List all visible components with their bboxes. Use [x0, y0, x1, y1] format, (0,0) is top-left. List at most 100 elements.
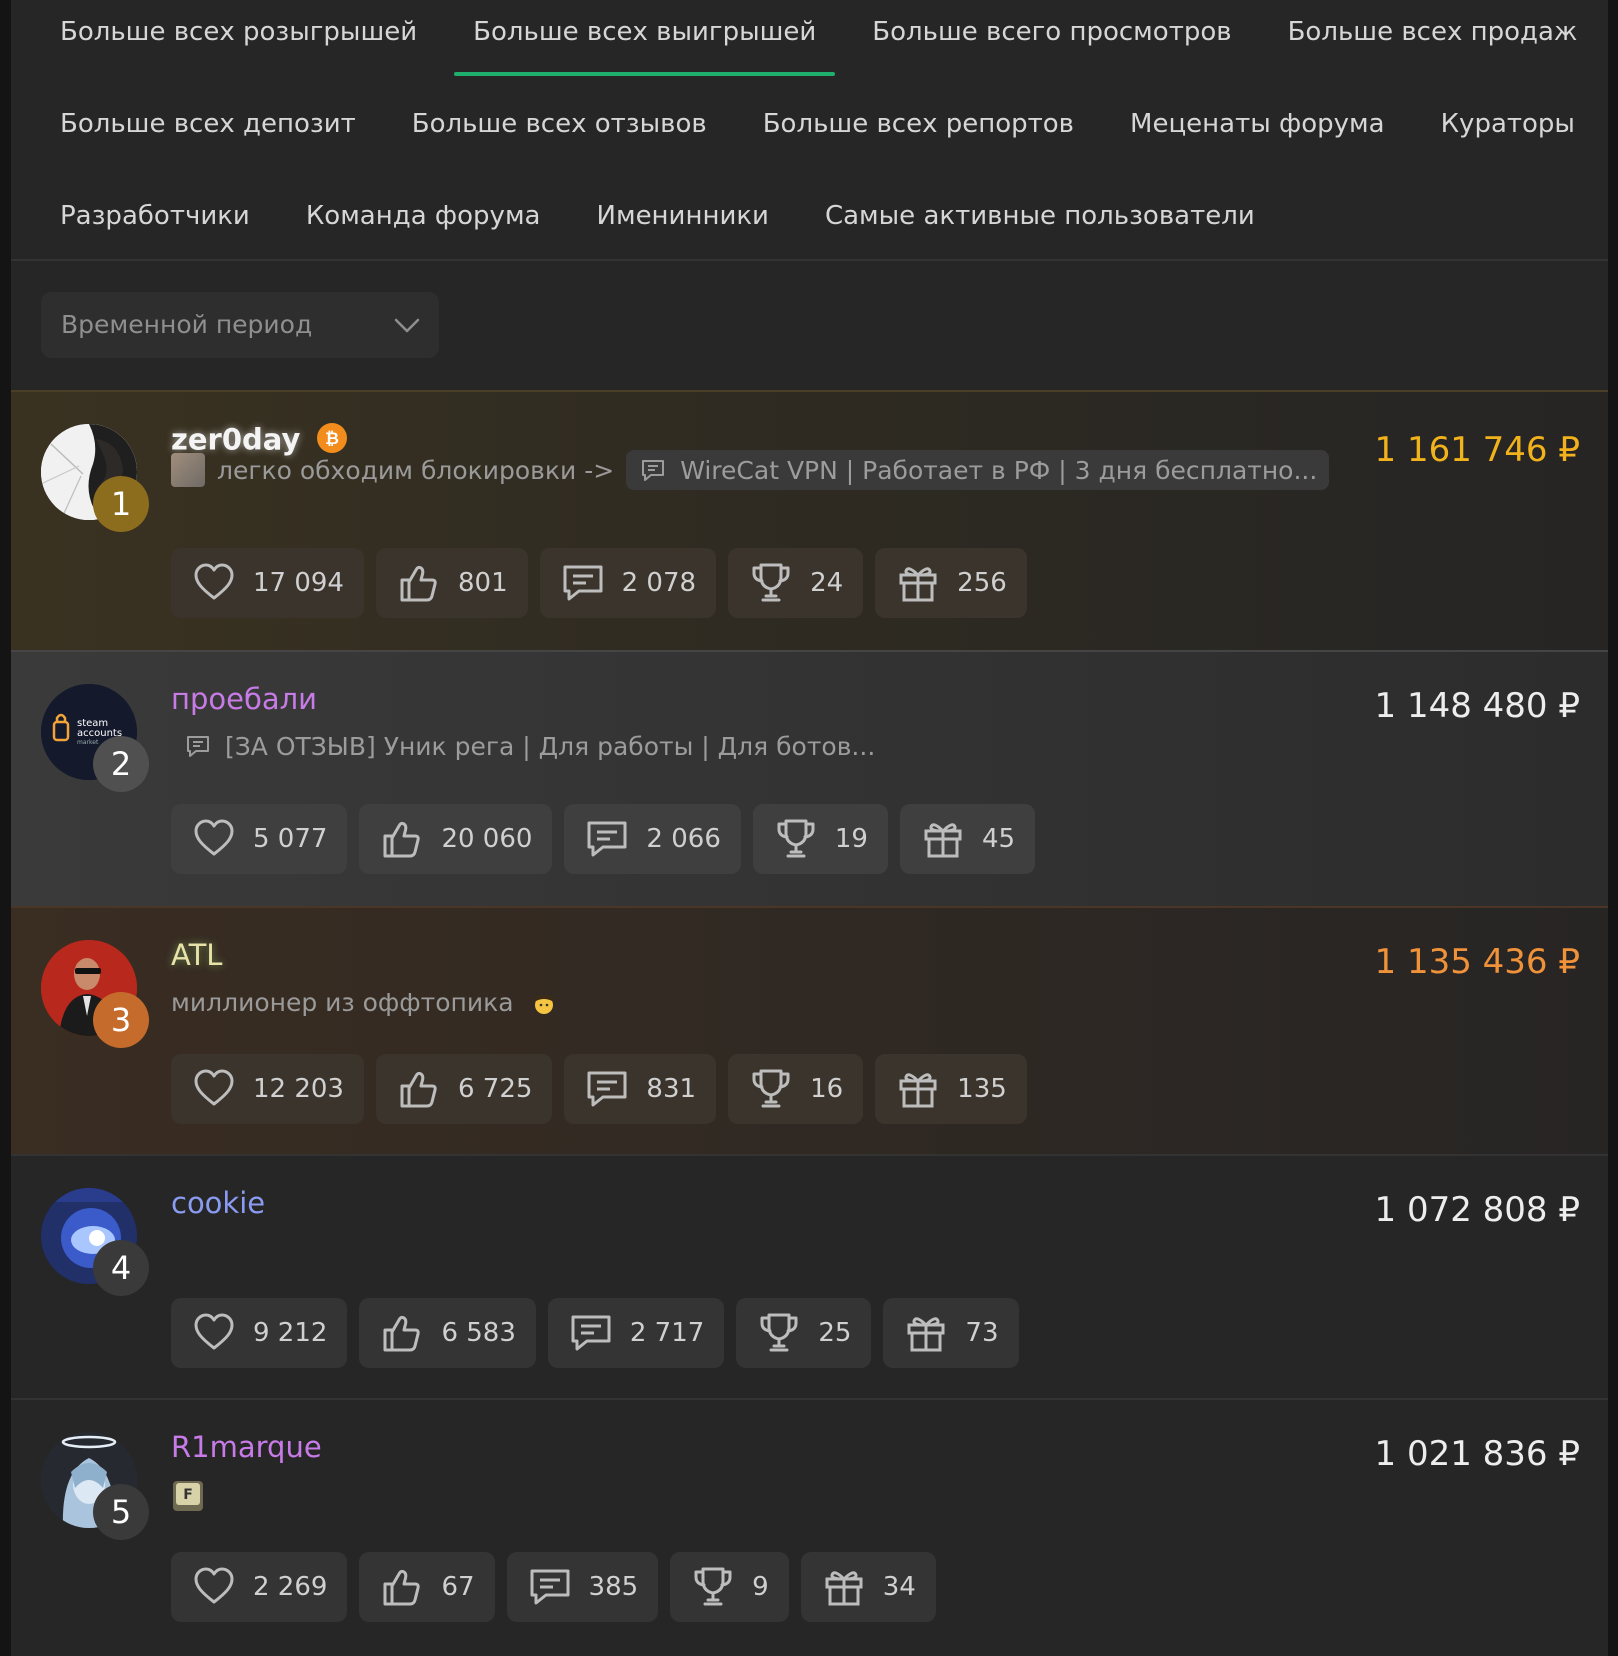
tab-most-deposit[interactable]: Больше всех депозит: [11, 92, 384, 156]
stat-messages: 2 078: [539, 548, 717, 618]
stat-trophies: 19: [752, 804, 888, 874]
tab-most-giveaways[interactable]: Больше всех розыгрышей: [11, 0, 445, 64]
thread-title: [ЗА ОТЗЫВ] Уник рега | Для работы | Для …: [225, 731, 876, 761]
leaderboard-row: steam accounts market 2 проебали [ЗА ОТЗ…: [11, 650, 1608, 908]
stat-thumbs: 20 060: [359, 804, 553, 874]
tab-most-sales[interactable]: Больше всех продаж: [1260, 0, 1606, 64]
tab-row-1: Больше всех розыгрышей Больше всех выигр…: [11, 0, 1608, 76]
thumbs-up-icon: [379, 1310, 441, 1356]
cowboy-emoji-icon: [530, 988, 558, 1016]
winnings-amount: 1 072 808 ₽: [1374, 1190, 1580, 1230]
time-period-placeholder: Временной период: [61, 310, 313, 339]
stat-gifts: 256: [875, 548, 1027, 618]
tab-most-reports[interactable]: Больше всех репортов: [735, 92, 1102, 156]
username-text: ATL: [171, 938, 223, 972]
gift-icon: [895, 1066, 957, 1112]
stat-likes: 5 077: [171, 804, 348, 874]
rank-badge: 5: [93, 1484, 149, 1540]
stat-messages: 2 717: [547, 1298, 725, 1368]
time-period-select[interactable]: Временной период: [41, 292, 439, 358]
username[interactable]: cookie: [171, 1186, 265, 1220]
stat-trophies: 9: [670, 1552, 789, 1622]
stat-gifts-value: 256: [957, 568, 1007, 598]
stat-gifts-value: 73: [965, 1318, 999, 1348]
stat-trophies: 25: [736, 1298, 872, 1368]
username[interactable]: R1marque: [171, 1430, 322, 1464]
thread-link[interactable]: WireCat VPN | Работает в РФ | 3 дня бесп…: [626, 450, 1330, 490]
stat-thumbs: 6 583: [359, 1298, 536, 1368]
stat-likes: 2 269: [171, 1552, 348, 1622]
stat-messages-value: 2 078: [621, 568, 697, 598]
thread-title: WireCat VPN | Работает в РФ | 3 дня бесп…: [680, 455, 1318, 485]
username-text: проебали: [171, 682, 317, 716]
tab-most-views[interactable]: Больше всего просмотров: [844, 0, 1259, 64]
tab-developers[interactable]: Разработчики: [11, 184, 278, 248]
chat-icon: [642, 460, 665, 481]
user-stats: 2 269 67 385 9 34: [171, 1552, 936, 1622]
trophy-icon: [690, 1564, 752, 1610]
stat-gifts-value: 45: [981, 824, 1016, 854]
heart-icon: [191, 1310, 253, 1356]
stat-gifts-value: 34: [882, 1572, 916, 1602]
stat-likes-value: 17 094: [253, 568, 344, 598]
username-text: R1marque: [171, 1430, 322, 1464]
tab-most-active-users[interactable]: Самые активные пользователи: [797, 184, 1283, 248]
chat-icon: [187, 736, 209, 757]
tab-forum-team[interactable]: Команда форума: [278, 184, 569, 248]
username[interactable]: проебали: [171, 682, 317, 716]
tab-row-3: Разработчики Команда форума Именинники С…: [11, 184, 1608, 248]
tab-row-2: Больше всех депозит Больше всех отзывов …: [11, 92, 1608, 156]
tab-curators[interactable]: Кураторы: [1413, 92, 1603, 156]
stat-thumbs: 67: [359, 1552, 495, 1622]
tab-forum-patrons[interactable]: Меценаты форума: [1102, 92, 1413, 156]
stat-messages-value: 2 066: [646, 824, 721, 854]
thumbs-up-icon: [379, 816, 441, 862]
stat-gifts: 45: [899, 804, 1036, 874]
trophy-icon: [773, 816, 835, 862]
svg-text:market: market: [77, 739, 99, 746]
tab-most-winnings[interactable]: Больше всех выигрышей: [445, 0, 844, 76]
rank-badge: 1: [93, 476, 149, 532]
stat-likes-value: 9 212: [253, 1318, 328, 1348]
username-text: cookie: [171, 1186, 266, 1220]
category-tabs: Больше всех розыгрышей Больше всех выигр…: [11, 0, 1608, 261]
stat-thumbs-value: 6 583: [441, 1318, 516, 1348]
winnings-amount: 1 148 480 ₽: [1374, 686, 1580, 726]
tab-most-reviews[interactable]: Больше всех отзывов: [384, 92, 735, 156]
heart-icon: [191, 816, 253, 862]
username[interactable]: ATL: [171, 938, 222, 972]
svg-text:₿: ₿: [326, 429, 340, 449]
stat-thumbs-value: 20 060: [441, 824, 533, 854]
winnings-amount: 1 135 436 ₽: [1374, 942, 1580, 982]
status-sticker-icon: [171, 453, 205, 487]
stat-trophies: 16: [728, 1054, 864, 1124]
stat-messages: 385: [506, 1552, 659, 1622]
message-icon: [568, 1310, 630, 1356]
trophy-icon: [756, 1310, 818, 1356]
stat-trophies-value: 16: [810, 1074, 844, 1104]
winnings-amount: 1 161 746 ₽: [1374, 430, 1580, 470]
user-stats: 17 094 801 2 078 24 256: [171, 548, 1027, 618]
stat-trophies: 24: [728, 548, 864, 618]
leaderboard-row: 1 zer0day ₿ легко обходим блокировки -> …: [11, 390, 1608, 652]
rank-badge: 3: [93, 992, 149, 1048]
user-status: [ЗА ОТЗЫВ] Уник рега | Для работы | Для …: [171, 726, 887, 766]
stat-messages-value: 2 717: [629, 1318, 705, 1348]
stat-likes-value: 12 203: [253, 1074, 344, 1104]
tab-birthdays[interactable]: Именинники: [569, 184, 797, 248]
chevron-down-icon: [394, 318, 420, 333]
stat-likes-value: 2 269: [253, 1572, 328, 1602]
thumbs-up-icon: [379, 1564, 441, 1610]
heart-icon: [191, 560, 253, 606]
user-status: миллионер из оффтопика: [171, 982, 558, 1022]
thumbs-up-icon: [396, 1066, 458, 1112]
stat-thumbs-value: 67: [441, 1572, 475, 1602]
stat-trophies-value: 19: [834, 824, 868, 854]
user-status: легко обходим блокировки -> WireCat VPN …: [171, 450, 1330, 490]
winnings-amount: 1 021 836 ₽: [1374, 1434, 1580, 1474]
leaderboard-row: 3 ATL миллионер из оффтопика 1 135 436 ₽…: [11, 906, 1608, 1156]
thread-link[interactable]: [ЗА ОТЗЫВ] Уник рега | Для работы | Для …: [171, 726, 887, 766]
trophy-icon: [748, 560, 810, 606]
thumbs-up-icon: [396, 560, 458, 606]
user-status: F: [171, 1476, 205, 1516]
